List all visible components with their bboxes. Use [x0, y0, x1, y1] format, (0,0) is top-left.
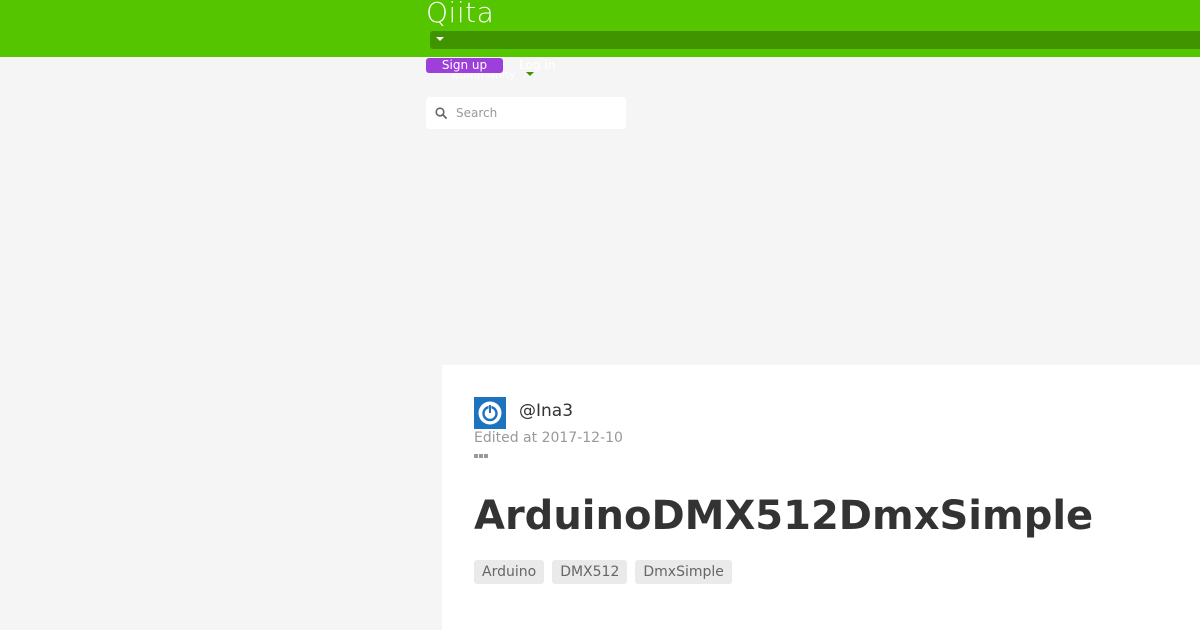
login-link[interactable]: Log in — [519, 58, 555, 73]
edited-date: Edited at 2017-12-10 — [474, 430, 623, 446]
search-input[interactable] — [456, 104, 616, 122]
avatar[interactable] — [474, 397, 506, 429]
more-options-icon[interactable] — [474, 454, 488, 458]
caret-down-icon[interactable] — [436, 37, 444, 41]
tag-dmx512[interactable]: DMX512 — [552, 560, 628, 584]
article-card: @Ina3 Edited at 2017-12-10 ArduinoDMX512… — [442, 365, 1200, 630]
signup-button[interactable]: Sign up — [426, 58, 503, 73]
search-icon — [435, 107, 447, 119]
site-header: Qiita — [0, 0, 1200, 57]
tag-dmxsimple[interactable]: DmxSimple — [635, 560, 732, 584]
article-title: ArduinoDMX512DmxSimple — [474, 493, 1094, 539]
tag-arduino[interactable]: Arduino — [474, 560, 545, 584]
tag-list: Arduino DMX512 DmxSimple — [474, 560, 732, 584]
header-nav-bar — [430, 31, 1200, 49]
search-box[interactable] — [426, 97, 626, 129]
author-username[interactable]: @Ina3 — [519, 401, 573, 421]
qiita-logo[interactable]: Qiita — [426, 0, 494, 29]
